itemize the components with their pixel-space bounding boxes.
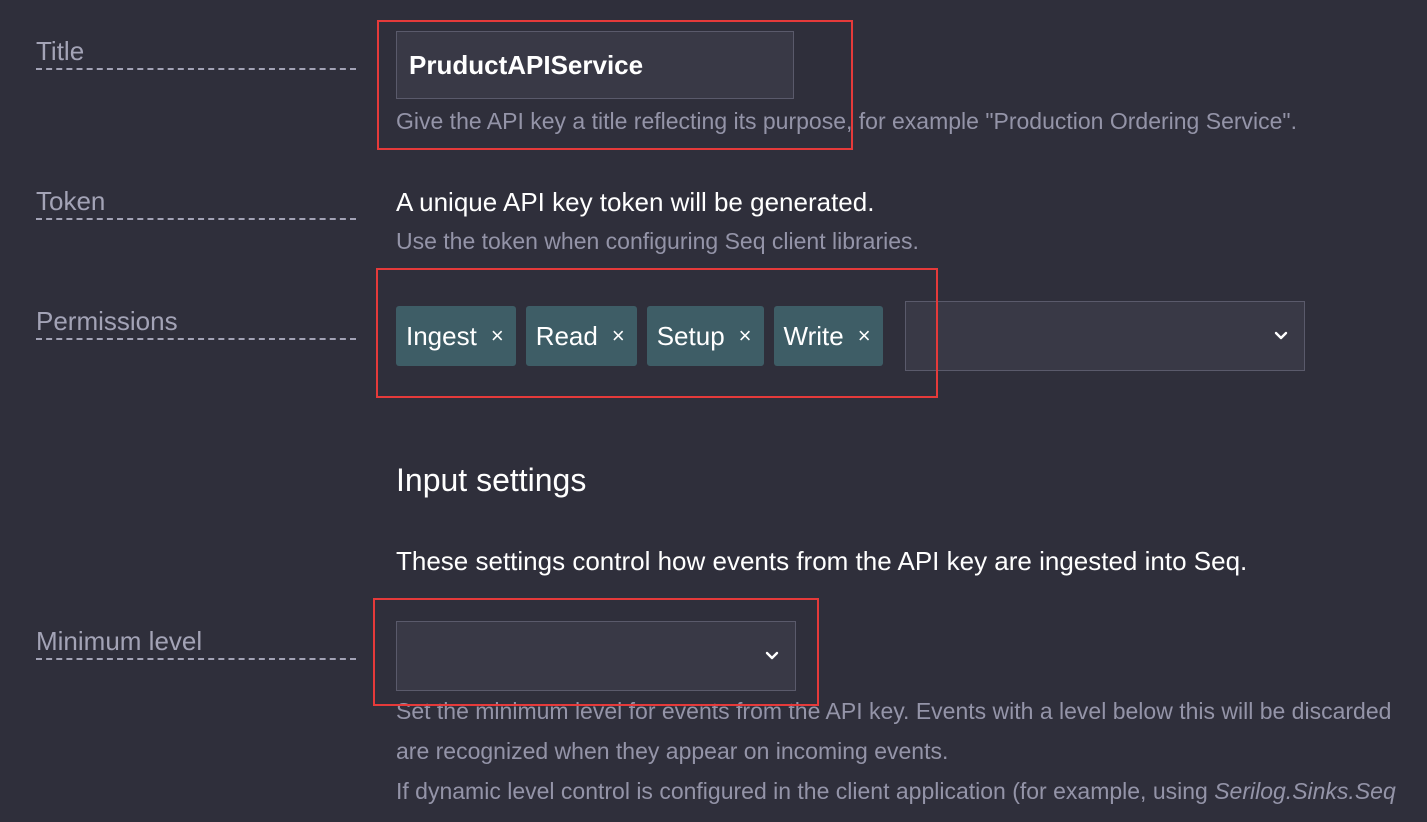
- permission-chip-write: Write ×: [773, 306, 883, 366]
- minimum-level-select[interactable]: [396, 621, 796, 691]
- permission-chip-ingest: Ingest ×: [396, 306, 516, 366]
- token-help-text: Use the token when configuring Seq clien…: [396, 228, 919, 254]
- token-label: Token: [36, 186, 356, 220]
- title-input[interactable]: [396, 31, 794, 99]
- title-label: Title: [36, 36, 356, 70]
- remove-icon[interactable]: ×: [858, 323, 871, 349]
- permission-chip-setup: Setup ×: [646, 306, 764, 366]
- minimum-level-help-line-1: Set the minimum level for events from th…: [396, 698, 1392, 724]
- permissions-label: Permissions: [36, 306, 356, 340]
- minimum-level-label: Minimum level: [36, 626, 356, 660]
- remove-icon[interactable]: ×: [612, 323, 625, 349]
- api-key-form: Title Give the API key a title reflectin…: [0, 0, 1427, 822]
- chip-label: Write: [783, 320, 844, 351]
- input-settings-description: These settings control how events from t…: [396, 546, 1248, 576]
- input-settings-heading: Input settings: [396, 462, 587, 498]
- minimum-level-help-line-3: If dynamic level control is configured i…: [396, 777, 1396, 805]
- chip-label: Setup: [656, 320, 725, 351]
- remove-icon[interactable]: ×: [739, 323, 752, 349]
- permission-chip-read: Read ×: [525, 306, 637, 366]
- minimum-level-help-line-2: are recognized when they appear on incom…: [396, 738, 949, 764]
- help-text-package-name: Serilog.Sinks.Seq: [1214, 778, 1396, 804]
- help-text-prefix: If dynamic level control is configured i…: [396, 778, 1215, 804]
- token-info-text: A unique API key token will be generated…: [396, 187, 875, 217]
- permissions-chip-list: Ingest × Read × Setup × Write ×: [396, 306, 883, 366]
- remove-icon[interactable]: ×: [491, 323, 504, 349]
- chip-label: Read: [535, 320, 598, 351]
- chip-label: Ingest: [406, 320, 477, 351]
- title-help-text: Give the API key a title reflecting its …: [396, 108, 1297, 134]
- chevron-down-icon: [1274, 331, 1288, 340]
- permissions-select[interactable]: [905, 301, 1305, 371]
- chevron-down-icon: [765, 651, 779, 660]
